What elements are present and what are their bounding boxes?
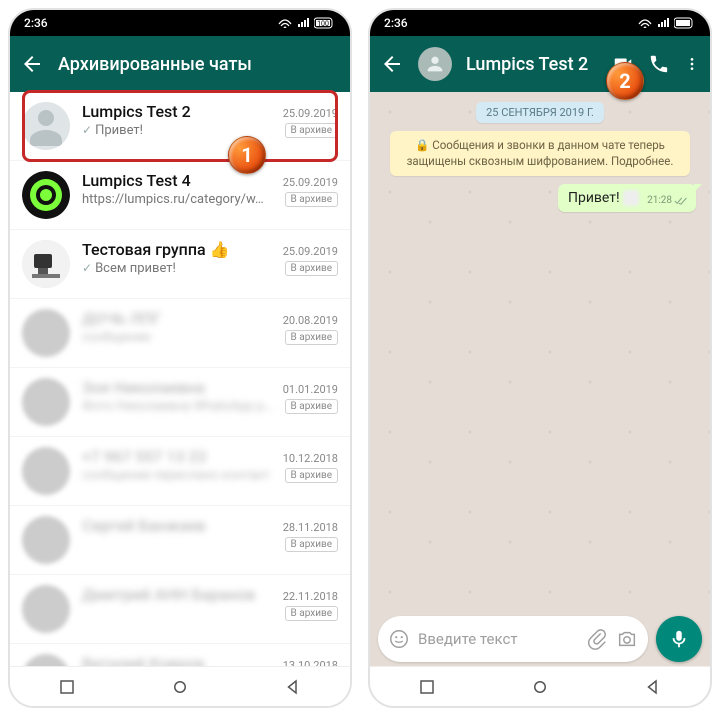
chat-date: 28.11.2018 <box>283 521 338 534</box>
camera-icon[interactable] <box>616 628 638 650</box>
chat-row[interactable]: Зоя Николаевна 01.01.2019 Фото Николаевна … <box>10 368 350 437</box>
encryption-notice[interactable]: 🔒 Сообщения и звонки в данном чате тепер… <box>390 131 690 176</box>
more-icon[interactable] <box>684 53 700 75</box>
status-icons <box>638 17 696 29</box>
nav-recent-icon[interactable] <box>58 678 76 696</box>
archived-chip: В архиве <box>285 399 338 414</box>
chat-preview: сообщение переслано контакт <box>82 468 277 483</box>
chat-date: 25.09.2019 <box>283 176 338 189</box>
message-time: 21:28 <box>647 195 672 206</box>
date-pill: 25 СЕНТЯБРЯ 2019 Г. <box>476 102 604 123</box>
read-check-icon <box>674 196 688 206</box>
chat-name: Сергей Банжаев <box>82 516 205 535</box>
chat-preview: сообщение <box>82 330 277 345</box>
chat-avatar[interactable] <box>22 309 70 357</box>
battery-icon <box>674 17 696 29</box>
nav-back-icon[interactable] <box>284 678 302 696</box>
input-placeholder: Введите текст <box>418 630 578 648</box>
chat-header: Lumpics Test 2 <box>370 36 710 92</box>
archived-header: Архивированные чаты <box>10 36 350 92</box>
chat-name: Зоя Николаевна <box>82 378 205 397</box>
attach-icon[interactable] <box>586 628 608 650</box>
chat-name: +7 967 557 13 22 <box>82 447 207 466</box>
chat-avatar[interactable] <box>22 240 70 288</box>
message-input-bar: Введите текст <box>378 616 702 662</box>
chat-row[interactable]: Сергей Банжаев 28.11.2018 В архиве <box>10 506 350 575</box>
step-badge-2: 2 <box>606 62 644 100</box>
wifi-icon <box>638 18 652 28</box>
chat-avatar[interactable] <box>22 171 70 219</box>
message-input[interactable]: Введите текст <box>378 616 648 662</box>
chat-name: Тестовая группа 👍 <box>82 240 230 259</box>
wifi-icon <box>278 18 292 28</box>
chat-date: 10.12.2018 <box>283 452 338 465</box>
android-navbar <box>370 666 710 706</box>
chat-name: Lumpics Test 2 <box>82 102 191 121</box>
chat-row[interactable]: ДОЧЬ ЛПГ 20.08.2019 сообщение В архиве <box>10 299 350 368</box>
battery-icon: 100 <box>314 17 336 29</box>
chat-preview: Всем привет! <box>82 261 277 276</box>
chat-date: 25.09.2019 <box>283 107 338 120</box>
archived-chip: В архиве <box>285 537 338 552</box>
person-icon <box>424 53 446 75</box>
phone-chat-view: 2:36 Lumpics Test 2 25 СЕНТЯБРЯ 2019 Г. … <box>368 8 712 708</box>
chat-background: 25 СЕНТЯБРЯ 2019 Г. 🔒 Сообщения и звонки… <box>370 92 710 706</box>
chat-preview: https://lumpics.ru/category/w… <box>82 192 277 207</box>
svg-text:100: 100 <box>317 20 329 28</box>
emoji-icon[interactable] <box>388 628 410 650</box>
chat-row[interactable]: +7 967 557 13 22 10.12.2018 сообщение пере… <box>10 437 350 506</box>
chat-row[interactable]: Тестовая группа 👍 25.09.2019 Всем привет! В… <box>10 230 350 299</box>
nav-recent-icon[interactable] <box>418 678 436 696</box>
chat-name: Lumpics Test 4 <box>82 171 191 190</box>
chat-avatar[interactable] <box>22 447 70 495</box>
status-bar: 2:36 <box>370 10 710 36</box>
chat-date: 25.09.2019 <box>283 245 338 258</box>
chat-date: 20.08.2019 <box>283 314 338 327</box>
message-text: Привет! <box>568 190 620 206</box>
archived-chip: В архиве <box>285 123 338 138</box>
chat-row[interactable]: Lumpics Test 4 25.09.2019 https://lumpics.… <box>10 161 350 230</box>
archived-chip: В архиве <box>285 330 338 345</box>
archived-chat-list[interactable]: Lumpics Test 225.09.2019Привет!В архивеL… <box>10 92 350 706</box>
archived-chip: В архиве <box>285 468 338 483</box>
voice-call-icon[interactable] <box>648 53 670 75</box>
chat-avatar[interactable] <box>22 585 70 633</box>
nav-back-icon[interactable] <box>644 678 662 696</box>
chat-row[interactable]: Lumpics Test 225.09.2019Привет!В архиве <box>10 92 350 161</box>
chat-avatar[interactable] <box>22 378 70 426</box>
signal-icon <box>656 18 670 28</box>
phone-archived-list: 2:36 100 Архивированные чаты Lumpics Tes… <box>8 8 352 708</box>
chat-name: Дмитрий АНН Баранов <box>82 585 255 604</box>
chat-contact-name[interactable]: Lumpics Test 2 <box>466 54 598 75</box>
back-icon[interactable] <box>20 52 44 76</box>
status-bar: 2:36 100 <box>10 10 350 36</box>
chat-avatar[interactable] <box>22 516 70 564</box>
chat-name: ДОЧЬ ЛПГ <box>82 309 161 328</box>
android-navbar <box>10 666 350 706</box>
archived-chip: В архиве <box>285 606 338 621</box>
archived-chip: В архиве <box>285 261 338 276</box>
signal-icon <box>296 18 310 28</box>
chat-avatar[interactable] <box>22 102 70 150</box>
nav-home-icon[interactable] <box>171 678 189 696</box>
back-icon[interactable] <box>380 52 404 76</box>
mic-icon <box>668 628 690 650</box>
header-title: Архивированные чаты <box>58 54 340 75</box>
chat-preview: Фото Николаевна WhatsApp работа <box>82 399 277 414</box>
clock: 2:36 <box>24 16 48 30</box>
voice-message-button[interactable] <box>656 616 702 662</box>
step-badge-1: 1 <box>228 136 266 174</box>
contact-avatar[interactable] <box>418 47 452 81</box>
status-icons: 100 <box>278 17 336 29</box>
archived-chip: В архиве <box>285 192 338 207</box>
chat-row[interactable]: Дмитрий АНН Баранов 22.11.2018 В архиве <box>10 575 350 644</box>
emoji-icon <box>623 190 639 206</box>
chat-date: 22.11.2018 <box>283 590 338 603</box>
chat-date: 01.01.2019 <box>283 383 338 396</box>
nav-home-icon[interactable] <box>531 678 549 696</box>
outgoing-message[interactable]: Привет! 21:28 <box>558 184 696 212</box>
clock: 2:36 <box>384 16 408 30</box>
